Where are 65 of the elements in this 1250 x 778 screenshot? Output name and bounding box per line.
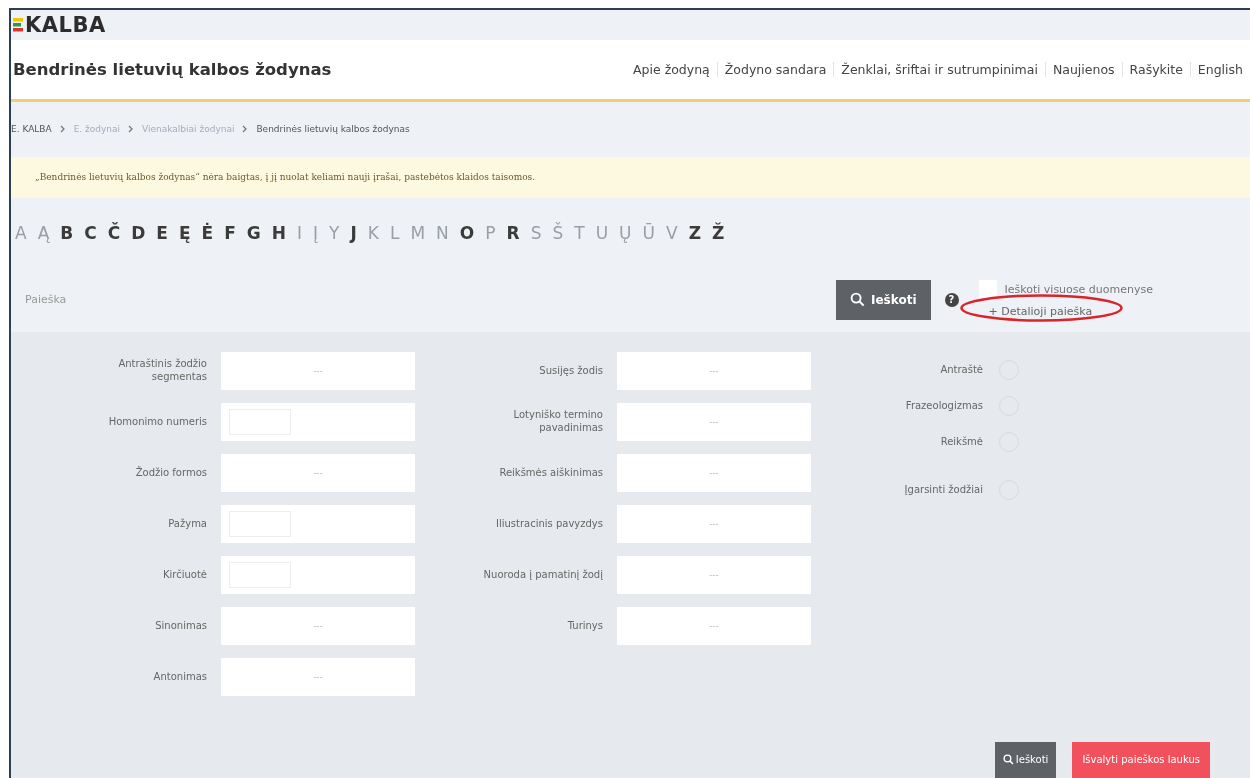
field-label: Antraštinis žodžio segmentas <box>117 358 207 384</box>
alphabet-letter[interactable]: J <box>350 222 357 243</box>
search-button[interactable]: Ieškoti <box>994 742 1057 778</box>
chevron-icon <box>128 125 135 134</box>
alphabet-letter[interactable]: R <box>506 222 520 243</box>
field-label: Susijęs žodis <box>538 364 603 378</box>
page-title: Bendrinės lietuvių kalbos žodynas <box>13 59 332 79</box>
alphabet-letter[interactable]: H <box>271 222 287 243</box>
field-label: Reikšmės aiškinimas <box>498 466 603 480</box>
alphabet-letter[interactable]: D <box>131 222 146 243</box>
radio-label: Antraštė <box>939 363 983 377</box>
alphabet-letter[interactable]: O <box>459 222 475 243</box>
field-label: Pažyma <box>167 517 207 531</box>
nav-link[interactable]: Naujienos <box>1044 61 1122 77</box>
field-label: Turinys <box>566 619 603 633</box>
logo-text[interactable]: KALBA <box>25 12 106 37</box>
field-label: Sinonimas <box>154 619 207 633</box>
alphabet-letter[interactable]: Ž <box>711 222 725 243</box>
checkbox[interactable] <box>978 280 997 299</box>
chevron-icon <box>242 125 249 134</box>
field-label: Kirčiuotė <box>161 568 207 582</box>
radio-label: Frazeologizmas <box>904 399 983 413</box>
field-label: Žodžio formos <box>134 466 207 480</box>
text-field[interactable]: --- <box>617 454 811 492</box>
search-icon <box>850 292 865 308</box>
text-field[interactable]: --- <box>617 403 811 441</box>
text-field[interactable]: --- <box>221 352 415 390</box>
field-label: Iliustracinis pavyzdys <box>494 517 603 531</box>
search-field[interactable]: Paieška <box>11 279 826 320</box>
text-field[interactable]: --- <box>221 454 415 492</box>
text-field[interactable]: --- <box>617 556 811 594</box>
text-field[interactable]: --- <box>221 658 415 696</box>
text-field[interactable]: --- <box>221 607 415 645</box>
text-field[interactable]: --- <box>617 352 811 390</box>
nav-link[interactable]: Apie žodyną <box>626 61 717 77</box>
field-label: Lotyniško termino pavadinimas <box>512 409 603 435</box>
radio-label: Įgarsinti žodžiai <box>903 483 983 497</box>
alphabet-letter[interactable]: F <box>224 222 236 243</box>
breadcrumb-link[interactable]: Bendrinės lietuvių kalbos žodynas <box>256 124 410 135</box>
nav-link[interactable]: English <box>1189 61 1250 77</box>
alphabet-letter[interactable]: G <box>246 222 261 243</box>
nav-link[interactable]: Žodyno sandara <box>716 61 834 77</box>
notice-text: „Bendrinės lietuvių kalbos žodynas“ nėra baigtas, į jį nuolat keliami nauji įrašai, pastebėtos klaidos taisomos. <box>11 156 1250 199</box>
search-icon <box>1002 754 1014 766</box>
radio-label: Reikšmė <box>939 435 983 449</box>
nav-link[interactable]: Rašykite <box>1121 61 1190 77</box>
alphabet-letter[interactable]: Z <box>688 222 701 243</box>
search-button[interactable]: Ieškoti <box>836 279 931 320</box>
field-label: Antonimas <box>152 670 207 684</box>
field-label: Homonimo numeris <box>107 415 207 429</box>
alphabet-letter[interactable]: Ė <box>201 222 214 243</box>
alphabet-letter[interactable]: Č <box>107 222 121 243</box>
nav-link[interactable]: Ženklai, šriftai ir sutrumpinimai <box>833 61 1045 77</box>
logo-icon <box>13 17 23 32</box>
alphabet-letter[interactable]: Ę <box>178 222 191 243</box>
chevron-icon <box>59 125 66 134</box>
alphabet-letter[interactable]: C <box>84 222 97 243</box>
alphabet-letter[interactable]: E <box>156 222 168 243</box>
checkbox-label: Ieškoti visuose duomenyse <box>1004 282 1153 296</box>
help-icon[interactable]: ? <box>944 292 959 307</box>
field-label: Nuoroda į pamatinį žodį <box>482 568 603 582</box>
text-field[interactable]: --- <box>617 505 811 543</box>
alphabet-letter[interactable]: B <box>60 222 74 243</box>
text-field[interactable]: --- <box>617 607 811 645</box>
breadcrumb-link[interactable]: E. KALBA <box>11 124 52 135</box>
